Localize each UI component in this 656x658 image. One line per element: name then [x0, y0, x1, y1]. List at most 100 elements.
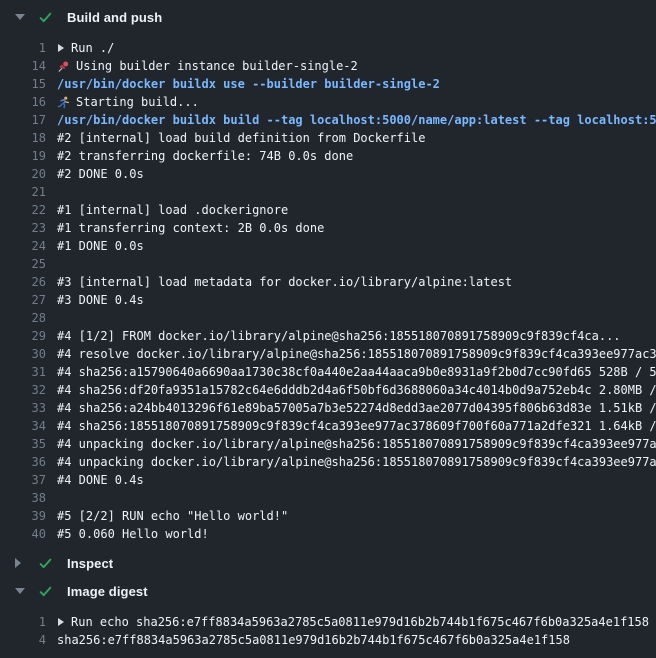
line-number[interactable]: 4 — [0, 631, 46, 649]
line-content: #4 sha256:185518070891758909c9f839cf4ca3… — [57, 417, 656, 435]
log-line: 39 #5 [2/2] RUN echo "Hello world!" — [0, 507, 656, 525]
log-section: Build and push 1 Run ./ 14 Using builder… — [0, 3, 656, 549]
log-section: Image digest 1 Run echo sha256:e7ff8834a… — [0, 577, 656, 655]
line-content: #4 resolve docker.io/library/alpine@sha2… — [57, 345, 656, 363]
line-number[interactable]: 28 — [0, 309, 46, 327]
line-number[interactable]: 21 — [0, 183, 46, 201]
line-text: #4 [1/2] FROM docker.io/library/alpine@s… — [57, 327, 621, 345]
line-content — [57, 489, 656, 507]
line-number[interactable]: 33 — [0, 399, 46, 417]
section-title: Build and push — [67, 10, 162, 25]
line-content: Run echo sha256:e7ff8834a5963a2785c5a081… — [57, 613, 656, 631]
section-header-inspect[interactable]: Inspect — [0, 549, 656, 577]
line-content: /usr/bin/docker buildx use --builder bui… — [57, 75, 656, 93]
chevron-down-icon[interactable] — [15, 12, 27, 22]
line-text: #4 unpacking docker.io/library/alpine@sh… — [57, 453, 656, 471]
line-text: #4 unpacking docker.io/library/alpine@sh… — [57, 435, 656, 453]
log-line: 27 #3 DONE 0.4s — [0, 291, 656, 309]
line-content: #2 [internal] load build definition from… — [57, 129, 656, 147]
log-line: 26 #3 [internal] load metadata for docke… — [0, 273, 656, 291]
line-number[interactable]: 34 — [0, 417, 46, 435]
line-text: Run echo sha256:e7ff8834a5963a2785c5a081… — [71, 613, 649, 631]
log-line: 4 sha256:e7ff8834a5963a2785c5a0811e979d1… — [0, 631, 656, 649]
line-number[interactable]: 1 — [0, 613, 46, 631]
section-header-image-digest[interactable]: Image digest — [0, 577, 656, 605]
line-number[interactable]: 29 — [0, 327, 46, 345]
play-expander-icon[interactable] — [58, 618, 64, 626]
workflow-log-viewer: Build and push 1 Run ./ 14 Using builder… — [0, 0, 656, 658]
line-number[interactable]: 36 — [0, 453, 46, 471]
line-content: #4 [1/2] FROM docker.io/library/alpine@s… — [57, 327, 656, 345]
chevron-right-icon[interactable] — [15, 558, 27, 568]
line-number[interactable]: 32 — [0, 381, 46, 399]
line-number[interactable]: 22 — [0, 201, 46, 219]
play-expander-icon[interactable] — [58, 44, 64, 52]
log-line: 25 — [0, 255, 656, 273]
line-text: #4 sha256:df20fa9351a15782c64e6dddb2d4a6… — [57, 381, 656, 399]
line-text: #2 DONE 0.0s — [57, 165, 144, 183]
log-block: 1 Run ./ 14 Using builder instance build… — [0, 31, 656, 549]
line-content: Run ./ — [57, 39, 656, 57]
line-number[interactable]: 18 — [0, 129, 46, 147]
line-number[interactable]: 25 — [0, 255, 46, 273]
runner-icon — [57, 96, 70, 109]
log-line: 18 #2 [internal] load build definition f… — [0, 129, 656, 147]
log-line: 1 Run ./ — [0, 39, 656, 57]
line-number[interactable]: 27 — [0, 291, 46, 309]
line-number[interactable]: 19 — [0, 147, 46, 165]
log-line: 38 — [0, 489, 656, 507]
log-line: 31 #4 sha256:a15790640a6690aa1730c38cf0a… — [0, 363, 656, 381]
line-text: #5 0.060 Hello world! — [57, 525, 209, 543]
log-line: 33 #4 sha256:a24bb4013296f61e89ba57005a7… — [0, 399, 656, 417]
line-content: Starting build... — [57, 93, 656, 111]
line-text: Using builder instance builder-single-2 — [76, 57, 358, 75]
line-number[interactable]: 15 — [0, 75, 46, 93]
line-number[interactable]: 31 — [0, 363, 46, 381]
log-line: 14 Using builder instance builder-single… — [0, 57, 656, 75]
line-number[interactable]: 39 — [0, 507, 46, 525]
log-line: 37 #4 DONE 0.4s — [0, 471, 656, 489]
line-content: #1 DONE 0.0s — [57, 237, 656, 255]
line-number[interactable]: 37 — [0, 471, 46, 489]
line-text: #1 [internal] load .dockerignore — [57, 201, 288, 219]
check-icon — [38, 10, 53, 25]
line-content: #5 0.060 Hello world! — [57, 525, 656, 543]
line-number[interactable]: 30 — [0, 345, 46, 363]
log-line: 40 #5 0.060 Hello world! — [0, 525, 656, 543]
line-content: sha256:e7ff8834a5963a2785c5a0811e979d16b… — [57, 631, 656, 649]
line-content — [57, 309, 656, 327]
line-number[interactable]: 1 — [0, 39, 46, 57]
line-text: /usr/bin/docker buildx build --tag local… — [57, 111, 656, 129]
line-number[interactable]: 14 — [0, 57, 46, 75]
line-number[interactable]: 40 — [0, 525, 46, 543]
log-line: 34 #4 sha256:185518070891758909c9f839cf4… — [0, 417, 656, 435]
line-text: #4 DONE 0.4s — [57, 471, 144, 489]
line-text: sha256:e7ff8834a5963a2785c5a0811e979d16b… — [57, 631, 570, 649]
log-line: 23 #1 transferring context: 2B 0.0s done — [0, 219, 656, 237]
line-number[interactable]: 35 — [0, 435, 46, 453]
line-text: #4 resolve docker.io/library/alpine@sha2… — [57, 345, 656, 363]
log-line: 19 #2 transferring dockerfile: 74B 0.0s … — [0, 147, 656, 165]
log-line: 29 #4 [1/2] FROM docker.io/library/alpin… — [0, 327, 656, 345]
line-number[interactable]: 17 — [0, 111, 46, 129]
log-line: 35 #4 unpacking docker.io/library/alpine… — [0, 435, 656, 453]
log-line: 32 #4 sha256:df20fa9351a15782c64e6dddb2d… — [0, 381, 656, 399]
line-text: #3 [internal] load metadata for docker.i… — [57, 273, 512, 291]
line-number[interactable]: 20 — [0, 165, 46, 183]
chevron-down-icon[interactable] — [15, 586, 27, 596]
line-number[interactable]: 23 — [0, 219, 46, 237]
line-number[interactable]: 38 — [0, 489, 46, 507]
line-number[interactable]: 24 — [0, 237, 46, 255]
line-content: #4 DONE 0.4s — [57, 471, 656, 489]
section-header-build-and-push[interactable]: Build and push — [0, 3, 656, 31]
line-content — [57, 255, 656, 273]
line-content: #2 transferring dockerfile: 74B 0.0s don… — [57, 147, 656, 165]
line-content: #2 DONE 0.0s — [57, 165, 656, 183]
line-content — [57, 183, 656, 201]
log-line: 17 /usr/bin/docker buildx build --tag lo… — [0, 111, 656, 129]
line-content: #4 sha256:a15790640a6690aa1730c38cf0a440… — [57, 363, 656, 381]
check-icon — [38, 584, 53, 599]
line-number[interactable]: 26 — [0, 273, 46, 291]
line-text: #4 sha256:a15790640a6690aa1730c38cf0a440… — [57, 363, 656, 381]
line-number[interactable]: 16 — [0, 93, 46, 111]
